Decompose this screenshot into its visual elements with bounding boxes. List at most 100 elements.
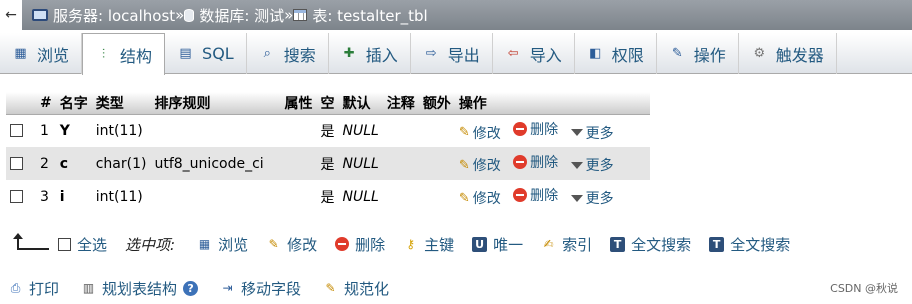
header-comment: 注释 [382, 92, 419, 115]
back-arrow-icon[interactable]: ← [0, 0, 22, 30]
fulltext-icon: T [610, 236, 626, 252]
unique-icon: U [472, 236, 488, 252]
select-all-checkbox[interactable] [58, 237, 71, 251]
row-checkbox[interactable] [10, 157, 23, 170]
drop-link[interactable]: 删除 [513, 185, 558, 205]
row-checkbox[interactable] [10, 124, 23, 138]
browse-icon: ▦ [14, 45, 27, 61]
row-null: 是 [320, 123, 335, 140]
triggers-icon: ⚙ [753, 45, 766, 61]
tab-operations[interactable]: ✎ 操作 [657, 33, 739, 74]
edit-link[interactable]: ✎ 修改 [459, 188, 501, 208]
row-attributes [280, 180, 316, 213]
select-all-label: 全选 [77, 235, 108, 254]
tab-privileges[interactable]: ◧ 权限 [575, 33, 657, 74]
table-structure-icon: ▥ [82, 280, 95, 295]
bulk-edit-button[interactable]: ✎ 修改 [266, 234, 318, 255]
insert-icon: ✚ [343, 45, 355, 61]
tab-label: 浏览 [37, 45, 70, 65]
bulk-fulltext-button[interactable]: T 全文搜索 [610, 234, 691, 255]
bulk-actions-bar: 全选 选中项: ▦ 浏览 ✎ 修改 删除 ⚷ 主键 U 唯一 ✍ 索引 T 全文… [0, 229, 912, 259]
row-collation [150, 114, 280, 147]
breadcrumb-table[interactable]: 表: testalter_tbl [293, 5, 428, 26]
bulk-primary-key-button[interactable]: ⚷ 主键 [403, 234, 454, 255]
bulk-label: 全文搜索 [631, 235, 692, 254]
normalize-label: 规范化 [344, 279, 390, 298]
select-arrow-icon [13, 233, 52, 254]
tab-browse[interactable]: ▦ 浏览 [0, 33, 83, 74]
table-row: 3 i int(11) 是 NULL ✎ 修改 删除 更多 [6, 180, 650, 213]
row-name: Y [59, 122, 70, 139]
bulk-fulltext-button[interactable]: T 全文搜索 [709, 234, 790, 255]
row-extra [419, 180, 455, 213]
table-row: 2 c char(1) utf8_unicode_ci 是 NULL ✎ 修改 删… [6, 147, 650, 180]
database-icon [184, 8, 195, 22]
tab-structure[interactable]: ⫶ 结构 [82, 33, 166, 75]
tab-triggers[interactable]: ⚙ 触发器 [739, 33, 837, 74]
tab-label: 搜索 [283, 45, 316, 65]
normalize-link[interactable]: ✎ 规范化 [323, 278, 390, 299]
watermark: CSDN @秋说 [830, 282, 898, 295]
privileges-icon: ◧ [589, 45, 602, 61]
drop-icon [335, 237, 350, 251]
row-name: c [55, 147, 92, 180]
bulk-browse-button[interactable]: ▦ 浏览 [197, 234, 248, 255]
tab-import[interactable]: ⇦ 导入 [493, 33, 575, 74]
help-icon[interactable]: ? [183, 280, 199, 296]
pencil-icon: ✎ [458, 157, 470, 173]
breadcrumb-database[interactable]: 数据库: 测试 [184, 5, 284, 26]
row-type: int(11) [95, 122, 143, 139]
tab-sql[interactable]: ▤ SQL [165, 33, 247, 74]
row-type: char(1) [91, 147, 151, 180]
move-label: 移动字段 [241, 279, 302, 298]
tab-insert[interactable]: ✚ 插入 [329, 33, 411, 74]
row-collation [150, 180, 280, 213]
row-actions: ✎ 修改 删除 更多 [455, 180, 650, 213]
pencil-icon: ✎ [458, 190, 470, 206]
table-header-row: # 名字 类型 排序规则 属性 空 默认 注释 额外 操作 [6, 92, 650, 115]
wrench-icon: ✎ [671, 45, 683, 61]
row-actions: ✎ 修改 删除 更多 [454, 147, 650, 180]
breadcrumb-table-label: 表: testalter_tbl [312, 6, 428, 25]
move-columns-link[interactable]: ⇥ 移动字段 [220, 278, 302, 299]
tab-search[interactable]: ⌕ 搜索 [247, 33, 329, 74]
tab-export[interactable]: ⇨ 导出 [411, 33, 493, 74]
header-type: 类型 [91, 92, 151, 115]
edit-link[interactable]: ✎ 修改 [459, 155, 501, 175]
row-actions: ✎ 修改 删除 更多 [455, 114, 650, 147]
edit-link[interactable]: ✎ 修改 [459, 123, 501, 143]
propose-structure-link[interactable]: ▥ 规划表结构 ? [81, 278, 199, 299]
table-icon [293, 9, 308, 21]
row-checkbox-cell [6, 114, 36, 147]
row-null: 是 [320, 189, 335, 206]
more-dropdown[interactable]: 更多 [570, 188, 614, 208]
bulk-label: 唯一 [493, 235, 524, 254]
breadcrumb-server-label: 服务器: localhost [53, 6, 176, 25]
row-num: 2 [36, 147, 56, 180]
drop-link[interactable]: 删除 [513, 152, 558, 172]
row-num: 3 [40, 188, 49, 205]
header-num: # [36, 92, 56, 115]
structure-icon: ⫶ [101, 46, 106, 62]
print-link[interactable]: ⎙ 打印 [8, 278, 59, 299]
bulk-drop-button[interactable]: 删除 [335, 234, 385, 255]
drop-link[interactable]: 删除 [513, 119, 558, 139]
more-label: 更多 [585, 158, 614, 175]
bulk-label: 主键 [424, 235, 455, 254]
row-collation: utf8_unicode_ci [150, 147, 281, 180]
row-num: 1 [40, 122, 49, 139]
bulk-index-button[interactable]: ✍ 索引 [541, 234, 593, 255]
row-checkbox[interactable] [10, 190, 23, 203]
bulk-unique-button[interactable]: U 唯一 [472, 234, 523, 255]
more-dropdown[interactable]: 更多 [570, 123, 614, 143]
more-dropdown[interactable]: 更多 [570, 155, 614, 175]
tab-label: 权限 [611, 45, 644, 65]
tab-bar: ▦ 浏览 ⫶ 结构 ▤ SQL ⌕ 搜索 ✚ 插入 ⇨ 导出 ⇦ 导入 ◧ 权限… [0, 33, 912, 75]
row-comment [383, 180, 419, 213]
row-name: i [59, 188, 65, 205]
sql-icon: ▤ [179, 45, 192, 61]
select-all[interactable]: 全选 [58, 234, 107, 255]
pencil-icon: ✎ [268, 236, 279, 251]
normalize-icon: ✎ [325, 280, 336, 295]
breadcrumb-server[interactable]: 服务器: localhost [32, 5, 175, 26]
